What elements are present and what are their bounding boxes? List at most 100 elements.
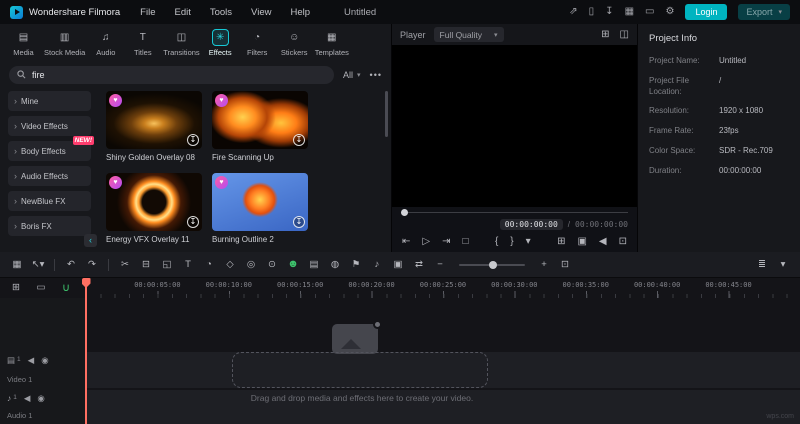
playback-quality-dropdown[interactable]: Full Quality ▾ — [433, 27, 504, 42]
favorite-badge-icon[interactable]: ♥ — [109, 94, 122, 107]
sidebar-item-boris-fx[interactable]: › Boris FX — [8, 216, 91, 236]
tab-filters[interactable]: ◔ Filters — [239, 29, 276, 57]
tab-media[interactable]: ▤ Media — [5, 29, 42, 57]
tab-transitions[interactable]: ◫ Transitions — [161, 29, 201, 57]
menu-help[interactable]: Help — [290, 7, 310, 18]
menu-file[interactable]: File — [140, 7, 155, 18]
download-manager-icon[interactable]: ↧ — [605, 7, 613, 17]
download-icon[interactable]: ↧ — [293, 216, 305, 228]
workspace-layout-icon[interactable]: ▦ — [625, 7, 634, 17]
tab-templates[interactable]: ▦ Templates — [313, 29, 351, 57]
video-track-number[interactable]: 1 — [17, 356, 21, 364]
adjust-icon[interactable]: ▤ — [305, 256, 323, 274]
select-tool-icon[interactable]: ↖▾ — [29, 256, 47, 274]
tab-titles[interactable]: T Titles — [124, 29, 161, 57]
zoom-slider[interactable] — [459, 260, 525, 269]
collapse-timeline-icon[interactable]: ▾ — [774, 256, 792, 274]
next-frame-icon[interactable]: ⇥ — [442, 236, 450, 247]
toolbar-divider[interactable] — [54, 258, 55, 271]
zoom-in-icon[interactable]: + — [535, 256, 553, 274]
export-button[interactable]: Export ▾ — [738, 4, 790, 20]
snap-magnet-icon[interactable]: ∪ — [58, 279, 74, 297]
mask-icon[interactable]: ◍ — [326, 256, 344, 274]
toolbar-divider[interactable] — [108, 258, 109, 271]
tab-stickers[interactable]: ☺ Stickers — [276, 29, 313, 57]
aspect-ratio-icon[interactable]: ◫ — [620, 29, 629, 40]
video-track-icon[interactable]: ▤ — [7, 356, 15, 365]
sidebar-item-video-effects[interactable]: › Video Effects — [8, 116, 91, 136]
download-icon[interactable]: ↧ — [293, 134, 305, 146]
effect-thumbnail[interactable]: ♥ ↧ — [106, 173, 202, 231]
preview-viewport[interactable] — [392, 45, 637, 207]
menu-view[interactable]: View — [251, 7, 271, 18]
motion-track-icon[interactable]: ⊙ — [263, 256, 281, 274]
ripple-edit-icon[interactable]: ⇄ — [410, 256, 428, 274]
collapse-sidebar-button[interactable]: ‹ — [84, 234, 97, 247]
seek-bar[interactable] — [401, 207, 628, 217]
more-options-button[interactable]: ••• — [370, 70, 382, 80]
split-icon[interactable]: ✂ — [116, 256, 134, 274]
chroma-key-icon[interactable]: ◎ — [242, 256, 260, 274]
render-preview-icon[interactable]: ▾ — [526, 236, 531, 247]
device-icon[interactable]: ▯ — [589, 7, 595, 17]
favorite-badge-icon[interactable]: ♥ — [215, 94, 228, 107]
zoom-slider-handle[interactable] — [489, 260, 498, 269]
login-button[interactable]: Login — [685, 4, 728, 20]
audio-track-number[interactable]: 1 — [13, 394, 17, 402]
camera-icon[interactable]: ▣ — [577, 236, 586, 247]
mute-track-icon[interactable]: ◀ — [28, 356, 35, 365]
marker-icon[interactable]: ⚑ — [347, 256, 365, 274]
redo-icon[interactable]: ↷ — [83, 256, 101, 274]
effect-thumbnail[interactable]: ♥ ↧ — [212, 91, 308, 149]
share-icon[interactable]: ⇗ — [569, 7, 577, 17]
stop-icon[interactable]: □ — [462, 236, 468, 247]
voiceover-icon[interactable]: ♪ — [368, 256, 386, 274]
zoom-out-icon[interactable]: − — [431, 256, 449, 274]
tab-effects[interactable]: ✳ Effects — [202, 29, 239, 57]
filter-dropdown[interactable]: All ▾ — [343, 70, 361, 80]
search-input[interactable] — [32, 69, 327, 80]
sidebar-item-body-effects[interactable]: › Body Effects NEW! — [8, 136, 94, 161]
download-icon[interactable]: ↧ — [187, 134, 199, 146]
fit-to-timeline-icon[interactable]: ⊡ — [556, 256, 574, 274]
playhead[interactable] — [85, 278, 87, 424]
settings-icon[interactable]: ⚙ — [665, 7, 674, 17]
sidebar-item-audio-effects[interactable]: › Audio Effects — [8, 166, 91, 186]
speed-icon[interactable]: ◔ — [200, 256, 218, 274]
screen-record-icon[interactable]: ▭ — [645, 7, 654, 17]
ai-portrait-icon[interactable]: ☻ — [284, 256, 302, 274]
menu-edit[interactable]: Edit — [174, 7, 190, 18]
film-roll-icon[interactable]: ▭ — [33, 279, 49, 297]
record-icon[interactable]: ▣ — [389, 256, 407, 274]
grid-overlay-icon[interactable]: ⊞ — [601, 29, 609, 40]
play-icon[interactable]: ▷ — [422, 236, 430, 247]
delete-icon[interactable]: ⊟ — [137, 256, 155, 274]
effect-thumbnail[interactable]: ♥ ↧ — [212, 173, 308, 231]
crop-icon[interactable]: ◱ — [158, 256, 176, 274]
audio-track-icon[interactable]: ♪ — [7, 394, 11, 403]
toolbox-icon[interactable]: ▦ — [8, 256, 26, 274]
keyframe-icon[interactable]: ◇ — [221, 256, 239, 274]
text-tool-icon[interactable]: T — [179, 256, 197, 274]
sidebar-item-mine[interactable]: › Mine — [8, 91, 91, 111]
mark-in-icon[interactable]: { — [495, 236, 498, 247]
fullscreen-icon[interactable]: ⊡ — [619, 236, 627, 247]
track-manager-icon[interactable]: ≣ — [753, 256, 771, 274]
effect-card[interactable]: ♥ ↧ Fire Scanning Up — [212, 91, 308, 167]
seek-handle[interactable] — [401, 208, 408, 216]
manage-tracks-icon[interactable]: ⊞ — [8, 279, 24, 297]
effect-card[interactable]: ♥ ↧ Burning Outline 2 — [212, 173, 308, 249]
download-icon[interactable]: ↧ — [187, 216, 199, 228]
search-box[interactable] — [9, 65, 335, 84]
tab-audio[interactable]: ♫ Audio — [87, 29, 124, 57]
sidebar-item-newblue-fx[interactable]: › NewBlue FX — [8, 191, 91, 211]
effect-thumbnail[interactable]: ♥ ↧ — [106, 91, 202, 149]
mute-track-icon[interactable]: ◀ — [24, 394, 31, 403]
favorite-badge-icon[interactable]: ♥ — [215, 176, 228, 189]
tab-stock-media[interactable]: ▥ Stock Media — [42, 29, 87, 57]
timeline-ruler[interactable]: 00:00:05:00 00:00:10:00 00:00:15:00 00:0… — [86, 278, 800, 298]
undo-icon[interactable]: ↶ — [62, 256, 80, 274]
mark-out-icon[interactable]: } — [510, 236, 513, 247]
toggle-visibility-icon[interactable]: ◉ — [41, 356, 48, 365]
favorite-badge-icon[interactable]: ♥ — [109, 176, 122, 189]
